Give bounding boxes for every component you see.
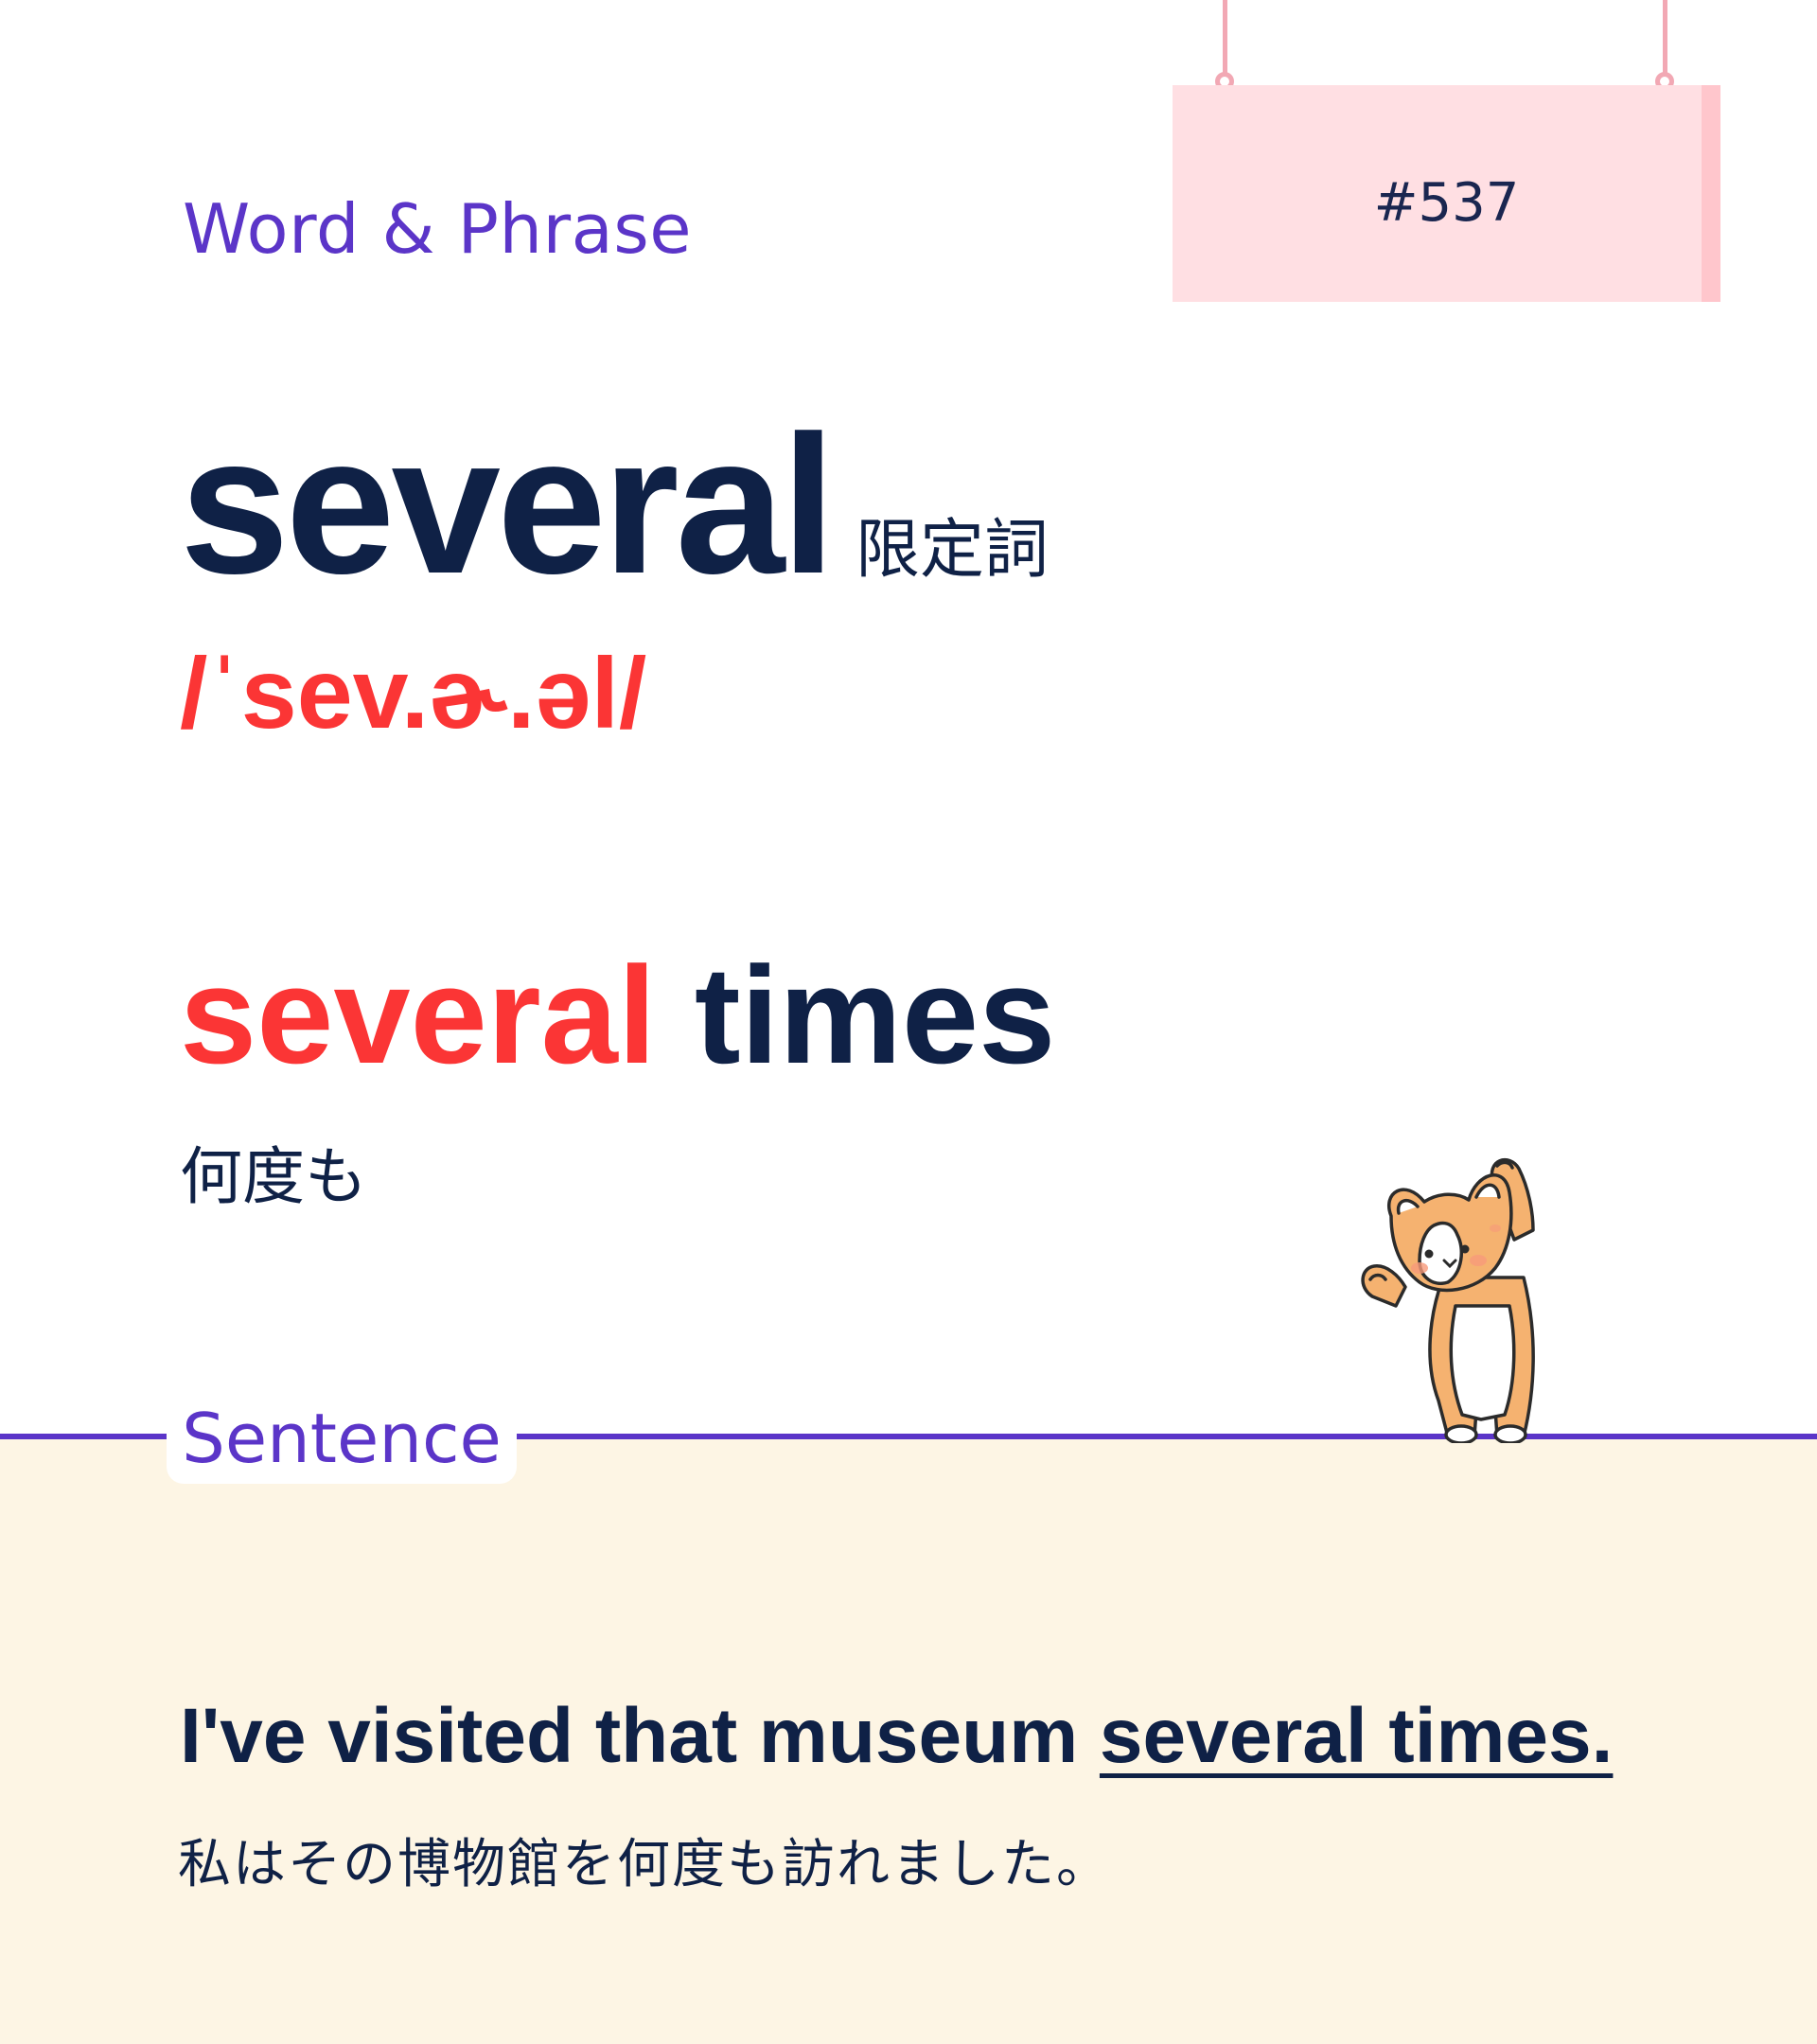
phrase: several times (180, 946, 1055, 1084)
entry-number: #537 (1373, 172, 1520, 234)
phrase-highlight: several (180, 938, 657, 1092)
sentence-prefix: I've visited that museum (180, 1693, 1100, 1779)
phrase-rest: times (656, 938, 1056, 1092)
part-of-speech: 限定詞 (856, 513, 1050, 588)
pronunciation: /ˈsev.ɚ.əl/ (180, 638, 647, 749)
sign-string-left (1223, 0, 1227, 74)
sign-string-right (1663, 0, 1667, 74)
sentence-tab-label: Sentence (182, 1399, 502, 1478)
corgi-mascot-icon (1361, 1158, 1535, 1443)
sentence-highlight: several times. (1099, 1693, 1614, 1779)
sentence-translation: 私はその博物館を何度も訪れました。 (178, 1834, 1111, 1895)
example-sentence: I've visited that museum several times. (180, 1693, 1614, 1779)
phrase-translation: 何度も (180, 1140, 367, 1213)
section-label-word-phrase: Word & Phrase (183, 189, 693, 269)
headword: several (180, 396, 836, 615)
